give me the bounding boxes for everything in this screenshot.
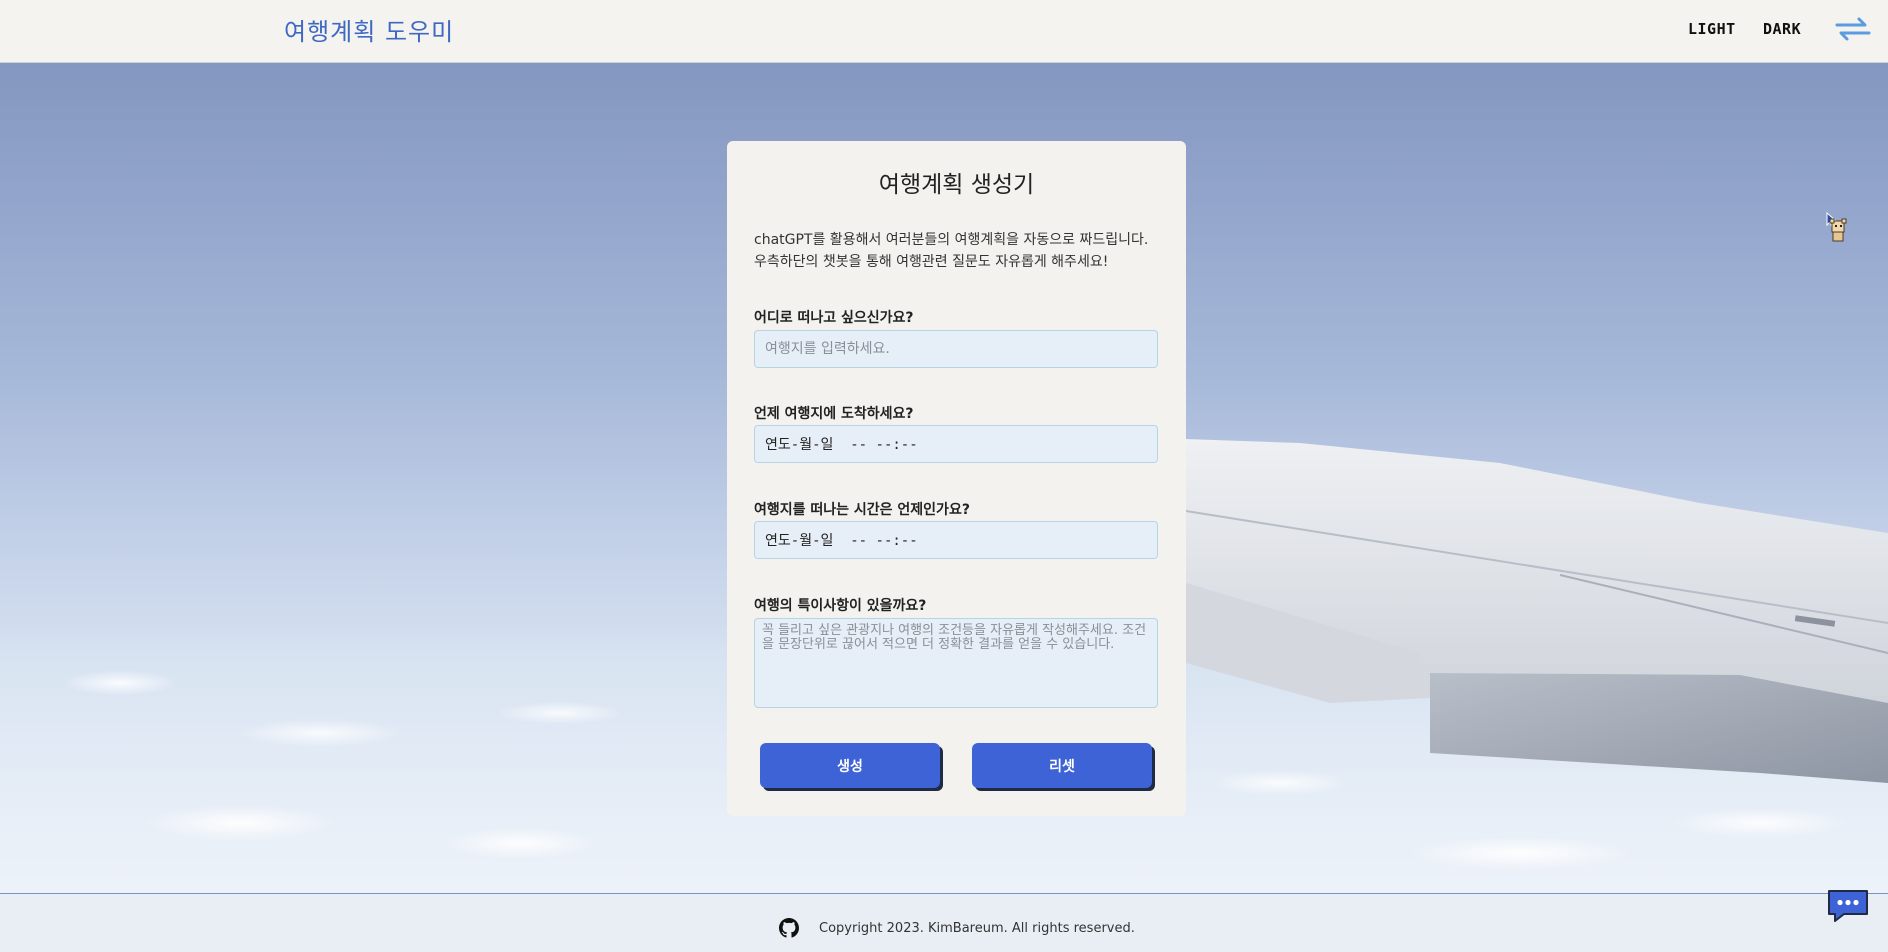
arrival-label: 언제 여행지에 도착하세요? <box>754 406 914 422</box>
arrival-datetime-input[interactable]: 연도-월-일 -- --:-- <box>754 425 1158 463</box>
chat-bubble-icon[interactable] <box>1826 888 1870 924</box>
description-line-2: 우측하단의 챗봇을 통해 여행관련 질문도 자유롭게 해주세요! <box>754 254 1109 270</box>
top-nav: 여행계획 도우미 LIGHT DARK <box>0 0 1888 63</box>
destination-input[interactable] <box>754 330 1158 368</box>
arrival-datetime-value: 연도-월-일 -- --:-- <box>765 437 918 453</box>
generate-button[interactable]: 생성 <box>760 743 940 788</box>
reset-button[interactable]: 리셋 <box>972 743 1152 788</box>
dark-mode-button[interactable]: DARK <box>1763 20 1801 38</box>
travel-plan-form-card: 여행계획 생성기 chatGPT를 활용해서 여러분들의 여행계획을 자동으로 … <box>727 141 1186 816</box>
footer: Copyright 2023. KimBareum. All rights re… <box>0 893 1888 952</box>
destination-label: 어디로 떠나고 싶으신가요? <box>754 310 914 326</box>
light-mode-button[interactable]: LIGHT <box>1688 20 1736 38</box>
notes-textarea[interactable] <box>754 618 1158 708</box>
departure-label: 여행지를 떠나는 시간은 언제인가요? <box>754 502 970 518</box>
form-title: 여행계획 생성기 <box>878 172 1035 198</box>
departure-datetime-input[interactable]: 연도-월-일 -- --:-- <box>754 521 1158 559</box>
notes-label: 여행의 특이사항이 있을까요? <box>754 598 927 614</box>
description-line-1: chatGPT를 활용해서 여러분들의 여행계획을 자동으로 짜드립니다. <box>754 232 1149 248</box>
pixel-pet-icon <box>1829 218 1847 242</box>
form-description: chatGPT를 활용해서 여러분들의 여행계획을 자동으로 짜드립니다. 우측… <box>754 229 1164 273</box>
copyright-text: Copyright 2023. KimBareum. All rights re… <box>819 921 1135 936</box>
github-icon[interactable] <box>779 918 799 938</box>
site-logo[interactable]: 여행계획 도우미 <box>284 12 454 47</box>
swap-arrows-icon[interactable] <box>1835 16 1871 42</box>
departure-datetime-value: 연도-월-일 -- --:-- <box>765 533 918 549</box>
